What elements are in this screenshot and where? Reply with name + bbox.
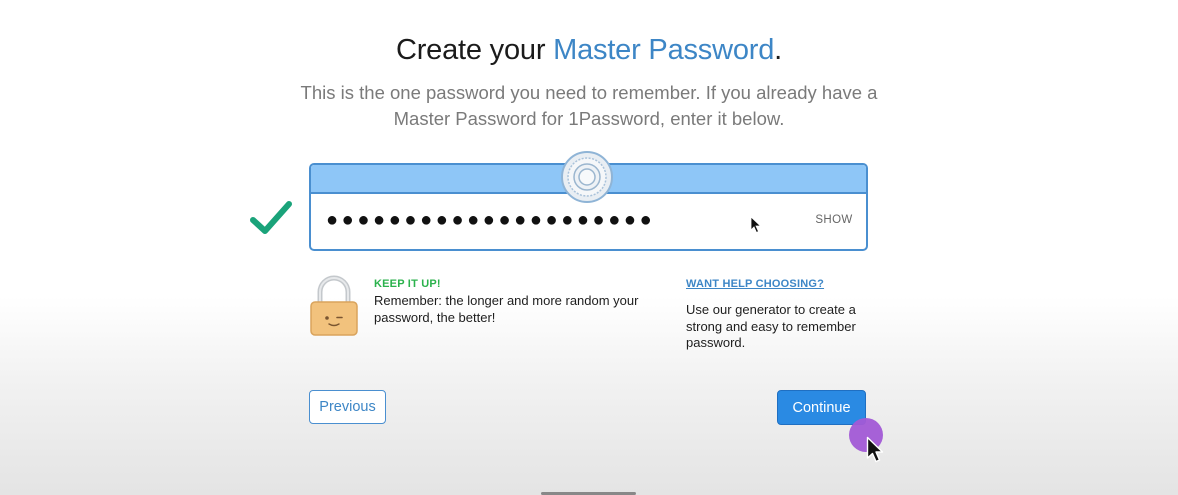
- vault-dial-icon: [561, 151, 613, 203]
- page-title: Create your Master Password.: [0, 34, 1178, 67]
- mouse-pointer-icon: [866, 436, 884, 463]
- mouse-pointer-icon: [750, 216, 762, 234]
- checkmark-icon: [250, 201, 292, 234]
- continue-button[interactable]: Continue: [777, 390, 866, 425]
- help-body: Use our generator to create a strong and…: [686, 302, 856, 350]
- password-input[interactable]: ●●●●●●●●●●●●●●●●●●●●●: [326, 209, 655, 232]
- previous-button[interactable]: Previous: [309, 390, 386, 424]
- title-prefix: Create your: [395, 34, 554, 66]
- smiling-lock-icon: [310, 275, 358, 336]
- title-suffix: .: [774, 34, 783, 66]
- page-subtitle: This is the one password you need to rem…: [300, 82, 878, 129]
- show-password-button[interactable]: SHOW: [806, 214, 862, 226]
- help-choosing-link[interactable]: WANT HELP CHOOSING?: [686, 278, 824, 290]
- tip-body: Remember: the longer and more random you…: [374, 293, 639, 325]
- tip-heading: KEEP IT UP!: [374, 278, 441, 290]
- title-accent: Master Password: [553, 34, 775, 66]
